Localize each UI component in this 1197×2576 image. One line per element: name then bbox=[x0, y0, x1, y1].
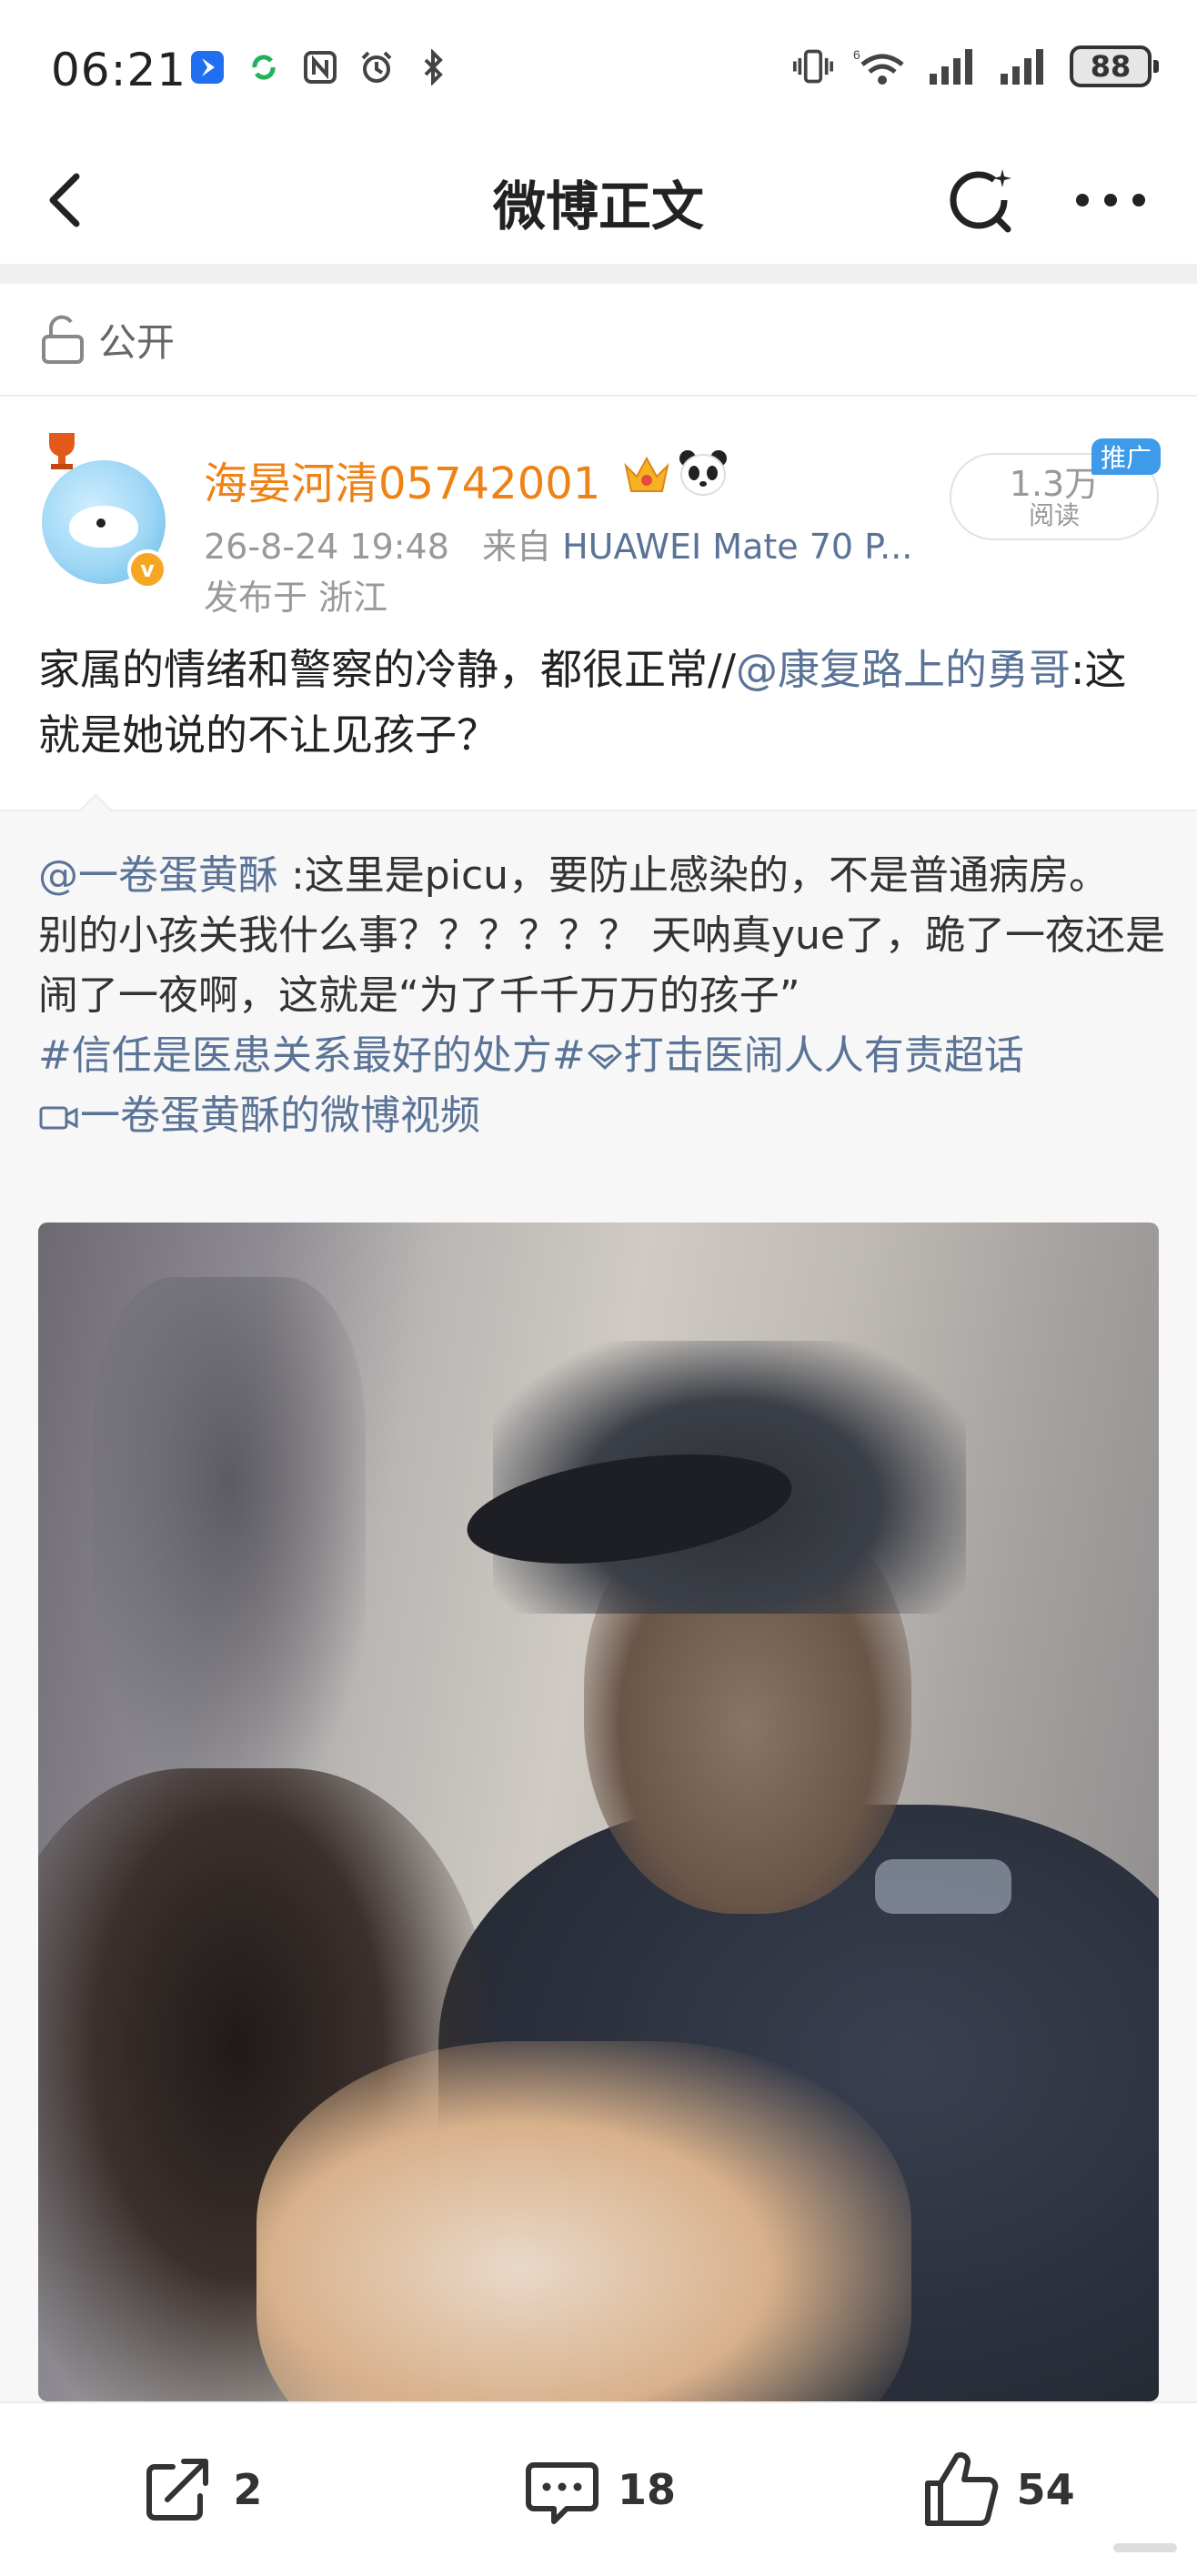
post-meta: 26-8-24 19:48 来自 HUAWEI Mate 70 P... bbox=[204, 518, 912, 569]
supertopic-label: 打击医闹人人有责超话 bbox=[623, 1032, 1024, 1079]
nav-bar: 微博正文 bbox=[0, 136, 1197, 264]
video-icon bbox=[39, 1106, 78, 1130]
bluetooth-icon bbox=[413, 47, 453, 87]
verified-badge: v bbox=[127, 549, 167, 589]
repost-count: 2 bbox=[233, 2465, 263, 2514]
status-left-icons bbox=[187, 47, 453, 87]
author-header: v 海晏河清05742001 26-8-24 19:48 来自 HUAWEI M… bbox=[0, 400, 1197, 619]
share-icon bbox=[146, 2459, 209, 2521]
status-right-icons: 6 88 bbox=[793, 45, 1159, 87]
read-label: 阅读 bbox=[1028, 500, 1080, 530]
source-prefix: 来自 bbox=[482, 527, 552, 567]
video-link[interactable]: 一卷蛋黄酥的微博视频 bbox=[38, 1086, 1166, 1146]
battery-indicator: 88 bbox=[1070, 45, 1159, 87]
repost-line2: 别的小孩关我什么事？？？？？？ 天呐真yue了，跪了一夜还是闹了一夜啊，这就是“… bbox=[38, 912, 1165, 1019]
home-indicator bbox=[1113, 2543, 1177, 2552]
thumbs-up-icon bbox=[924, 2451, 998, 2526]
wifi-tag: 6 bbox=[853, 47, 860, 62]
more-icon[interactable] bbox=[1070, 164, 1152, 236]
post-location: 发布于 浙江 bbox=[204, 578, 388, 618]
crown-icon bbox=[624, 456, 669, 492]
source-device[interactable]: HUAWEI Mate 70 P... bbox=[562, 527, 912, 567]
mention-link[interactable]: @康复路上的勇哥 bbox=[736, 645, 1071, 694]
comment-icon bbox=[526, 2462, 598, 2524]
visibility-row[interactable]: 公开 bbox=[0, 284, 1197, 397]
video-player[interactable] bbox=[38, 1223, 1159, 2401]
post-text: 家属的情绪和警察的冷静，都很正常// bbox=[38, 645, 736, 694]
author-name[interactable]: 海晏河清05742001 bbox=[204, 448, 600, 511]
like-count: 54 bbox=[1016, 2465, 1075, 2514]
panda-icon bbox=[679, 450, 727, 496]
app-notification-icon bbox=[187, 47, 227, 87]
repost-body: @一卷蛋黄酥 :这里是picu，要防止感染的，不是普通病房。 别的小孩关我什么事… bbox=[38, 846, 1166, 1146]
signal-icon bbox=[928, 46, 979, 86]
repost-author-mention[interactable]: @一卷蛋黄酥 bbox=[38, 852, 278, 899]
wifi-icon: 6 bbox=[853, 46, 908, 86]
comment-button[interactable]: 18 bbox=[399, 2449, 799, 2531]
diamond-icon bbox=[587, 1044, 622, 1071]
hashtag-link[interactable]: #信任是医患关系最好的处方# bbox=[38, 1032, 586, 1079]
action-bar: 2 18 54 bbox=[0, 2401, 1197, 2576]
visibility-label: 公开 bbox=[98, 319, 176, 365]
status-time: 06:21 bbox=[51, 44, 187, 96]
like-button[interactable]: 54 bbox=[798, 2449, 1197, 2531]
search-icon[interactable] bbox=[946, 164, 1019, 236]
supertopic-link[interactable]: 打击医闹人人有责超话 bbox=[586, 1032, 1024, 1079]
comment-count: 18 bbox=[618, 2465, 677, 2514]
vibrate-icon bbox=[793, 46, 833, 86]
repost-line1: :这里是picu，要防止感染的，不是普通病房。 bbox=[278, 852, 1110, 899]
alarm-icon bbox=[357, 47, 397, 87]
section-divider bbox=[0, 264, 1197, 284]
avatar[interactable]: v bbox=[36, 426, 173, 589]
promo-badge: 推广 bbox=[1091, 438, 1161, 475]
unlock-icon bbox=[42, 315, 84, 364]
trophy-icon bbox=[36, 426, 87, 477]
video-link-label: 一卷蛋黄酥的微博视频 bbox=[80, 1092, 480, 1139]
sync-icon bbox=[244, 47, 284, 87]
repost-button[interactable]: 2 bbox=[0, 2449, 399, 2531]
status-bar: 06:21 6 88 bbox=[0, 0, 1197, 136]
post-body: 家属的情绪和警察的冷静，都很正常//@康复路上的勇哥:这就是她说的不让见孩子？ bbox=[38, 637, 1166, 768]
post-time: 26-8-24 19:48 bbox=[204, 527, 449, 567]
nfc-icon bbox=[300, 47, 340, 87]
signal-icon bbox=[999, 46, 1050, 86]
